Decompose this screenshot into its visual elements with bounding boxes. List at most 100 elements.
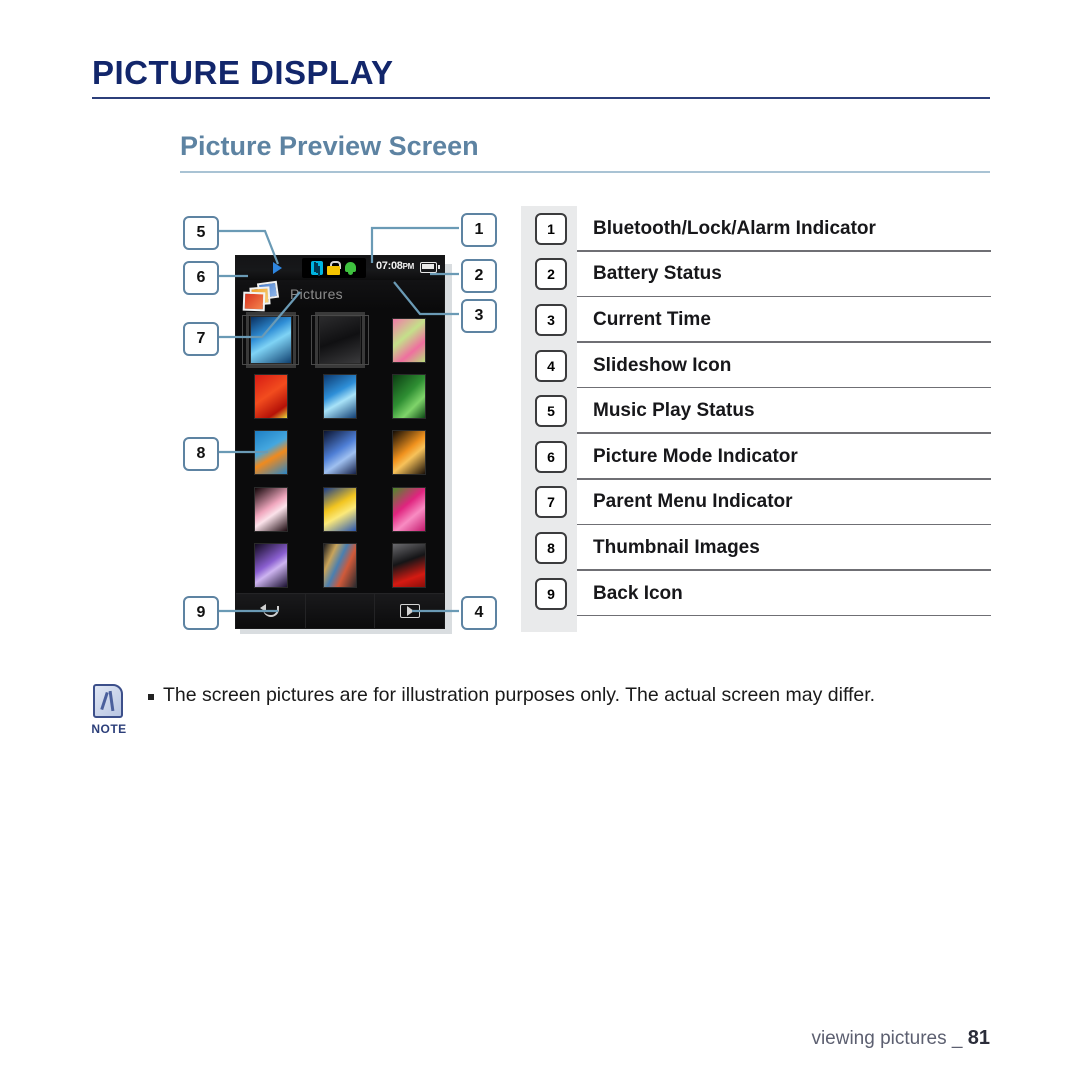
thumbnail-cell[interactable]	[236, 481, 305, 537]
legend-badge-5: 5	[535, 395, 567, 428]
picture-stack-layer-front	[242, 291, 266, 312]
legend-label-7: Parent Menu Indicator	[593, 491, 793, 513]
note-text: The screen pictures are for illustration…	[163, 684, 876, 706]
callout-5: 5	[183, 216, 219, 250]
callout-3-number: 3	[474, 307, 484, 324]
thumbnail-cell[interactable]	[236, 425, 305, 481]
thumbnail-cell[interactable]	[305, 425, 374, 481]
thumbnail-orange-starfish	[253, 430, 288, 476]
thumbnail-cell[interactable]	[375, 481, 444, 537]
device-status-bar: 07:08PM	[236, 256, 444, 280]
back-button[interactable]	[236, 594, 306, 628]
legend-label-5: Music Play Status	[593, 400, 755, 422]
legend-label-1: Bluetooth/Lock/Alarm Indicator	[593, 217, 876, 239]
legend-badge-1: 1	[535, 212, 567, 245]
note-caption: NOTE	[91, 722, 127, 736]
slideshow-button[interactable]	[375, 594, 444, 628]
bluetooth-icon	[311, 261, 323, 275]
lock-icon	[327, 261, 341, 275]
footer-section: viewing pictures _	[811, 1028, 963, 1049]
callout-6-number: 6	[196, 269, 206, 286]
legend-badge-9: 9	[535, 577, 567, 610]
device-bottom-bar	[236, 593, 444, 628]
callout-3: 3	[461, 299, 497, 333]
title-divider	[92, 97, 990, 99]
callout-2-number: 2	[474, 267, 484, 284]
thumbnail-orange-butterfly	[392, 430, 427, 476]
callout-9: 9	[183, 596, 219, 630]
thumbnail-cell[interactable]	[375, 368, 444, 424]
note-bullet-icon	[148, 694, 154, 700]
thumbnail-pink-berries	[392, 317, 427, 363]
legend-label-8: Thumbnail Images	[593, 536, 760, 558]
callout-7-number: 7	[196, 330, 206, 347]
legend-row: 2 Battery Status	[521, 252, 991, 298]
callout-6: 6	[183, 261, 219, 295]
time-value: 07:08	[375, 260, 403, 272]
callout-1-number: 1	[474, 221, 484, 238]
thumbnail-blue-feather	[322, 374, 357, 420]
back-arrow-icon	[260, 603, 280, 619]
note-pen-icon	[93, 684, 123, 718]
legend-label-2: Battery Status	[593, 263, 722, 285]
slideshow-play-icon	[399, 604, 420, 618]
thumbnail-cell[interactable]	[375, 538, 444, 594]
callout-9-number: 9	[196, 604, 206, 621]
page-footer: viewing pictures _ 81	[811, 1027, 990, 1050]
callout-8-number: 8	[196, 445, 206, 462]
legend-row: 4 Slideshow Icon	[521, 343, 991, 389]
legend-row: 8 Thumbnail Images	[521, 525, 991, 571]
legend-row: 1 Bluetooth/Lock/Alarm Indicator	[521, 206, 991, 252]
thumbnail-cell[interactable]	[236, 312, 305, 369]
legend-badge-7: 7	[535, 486, 567, 519]
thumbnail-cell[interactable]	[305, 312, 374, 369]
alarm-bell-icon	[344, 261, 357, 275]
legend-label-3: Current Time	[593, 308, 711, 330]
legend-label-9: Back Icon	[593, 582, 683, 604]
legend-row: 7 Parent Menu Indicator	[521, 480, 991, 526]
legend-row: 6 Picture Mode Indicator	[521, 434, 991, 480]
callout-2: 2	[461, 259, 497, 293]
callout-4: 4	[461, 596, 497, 630]
thumbnail-red-car-grille	[392, 543, 427, 589]
legend-rows: 1 Bluetooth/Lock/Alarm Indicator 2 Battery …	[521, 206, 991, 616]
legend-label-6: Picture Mode Indicator	[593, 445, 798, 467]
picture-stack-icon	[240, 280, 284, 316]
parent-menu-label: Pictures	[290, 286, 343, 302]
thumbnail-red-strawberries	[253, 374, 288, 420]
thumbnail-blue-fern	[245, 312, 296, 369]
bottom-bar-middle	[306, 594, 376, 628]
legend-table: 1 Bluetooth/Lock/Alarm Indicator 2 Battery …	[521, 206, 991, 632]
legend-label-4: Slideshow Icon	[593, 354, 732, 376]
thumbnail-cell[interactable]	[305, 481, 374, 537]
thumbnail-cell[interactable]	[375, 425, 444, 481]
thumbnail-magenta-dahlia	[392, 486, 427, 532]
current-time: 07:08PM	[376, 260, 414, 272]
thumbnail-green-leaf	[392, 374, 427, 420]
thumbnail-cell[interactable]	[305, 368, 374, 424]
thumbnail-striped-building	[322, 543, 357, 589]
callout-7: 7	[183, 322, 219, 356]
thumbnail-dark-document	[314, 312, 365, 369]
thumbnail-cell[interactable]	[305, 538, 374, 594]
thumbnail-cell[interactable]	[236, 538, 305, 594]
thumbnail-grid	[236, 312, 444, 594]
subtitle-divider	[180, 171, 990, 173]
battery-icon	[420, 262, 440, 273]
legend-badge-3: 3	[535, 303, 567, 336]
legend-badge-2: 2	[535, 258, 567, 291]
callout-1: 1	[461, 213, 497, 247]
legend-row: 3 Current Time	[521, 297, 991, 343]
thumbnail-cell[interactable]	[236, 368, 305, 424]
thumbnail-pink-petal	[253, 486, 288, 532]
callout-8: 8	[183, 437, 219, 471]
legend-row: 5 Music Play Status	[521, 388, 991, 434]
thumbnail-cell[interactable]	[375, 312, 444, 368]
section-subtitle: Picture Preview Screen	[180, 131, 479, 161]
page-number: 81	[967, 1027, 990, 1049]
callout-4-number: 4	[474, 604, 484, 621]
status-indicator-group	[302, 258, 366, 278]
legend-row: 9 Back Icon	[521, 571, 991, 617]
legend-badge-6: 6	[535, 440, 567, 473]
page-title: PICTURE DISPLAY	[92, 54, 394, 91]
